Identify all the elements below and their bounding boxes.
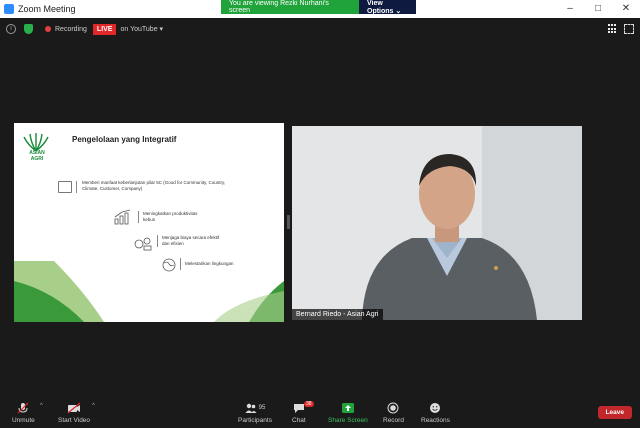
record-icon (387, 402, 399, 414)
logo-text: ASIAN AGRI (29, 150, 45, 162)
growth-chart-icon (114, 209, 131, 225)
reactions-smiley-icon (430, 403, 441, 413)
participant-video-frame (292, 126, 582, 320)
window-title: Zoom Meeting (18, 4, 76, 14)
audio-options-caret-icon[interactable]: ^ (40, 403, 43, 409)
community-icon (58, 181, 72, 193)
participants-icon (245, 403, 257, 413)
unmute-label: Unmute (12, 417, 35, 424)
record-button[interactable]: Record (383, 402, 404, 424)
recording-label: Recording (55, 25, 87, 33)
cost-gears-icon (134, 237, 152, 251)
minimize-button[interactable]: – (556, 0, 584, 18)
reactions-button[interactable]: Reactions (421, 402, 450, 424)
slide-item-cost: Menjaga biaya secara efektif dan efisien (162, 235, 220, 246)
shared-screen-slide: ASIAN AGRI Pengelolaan yang Integratif M… (14, 123, 284, 322)
reactions-label: Reactions (421, 417, 450, 424)
live-on-youtube-dropdown[interactable]: on YouTube ▾ (120, 25, 163, 33)
recording-dot-icon (45, 26, 51, 32)
window-controls: – □ ✕ (556, 0, 640, 18)
participants-count: 95 (258, 405, 266, 411)
slide-title: Pengelolaan yang Integratif (72, 135, 177, 144)
start-video-label: Start Video (58, 417, 91, 424)
share-screen-button[interactable]: Share Screen (328, 402, 368, 424)
leave-button[interactable]: Leave (597, 406, 632, 419)
slide-item-5c: Memberi manfaat keberlanjutan pilar 5C (… (82, 180, 226, 191)
close-button[interactable]: ✕ (612, 0, 640, 18)
participant-name-tag: Bernard Riedo - Asian Agri (292, 309, 383, 320)
maximize-button[interactable]: □ (584, 0, 612, 18)
item-divider (138, 211, 139, 223)
item-divider (76, 181, 77, 193)
share-screen-label: Share Screen (328, 417, 368, 424)
fullscreen-icon[interactable] (624, 24, 634, 34)
view-options-button[interactable]: View Options ⌄ (359, 0, 416, 15)
share-banner: You are viewing Rezki Nurhani's screen V… (221, 0, 416, 15)
item-divider (157, 235, 158, 247)
slide-item-productivity: Meningkatkan produktivitas kebun (143, 211, 198, 222)
participants-label: Participants (238, 417, 272, 424)
viewing-screen-label: You are viewing Rezki Nurhani's screen (221, 0, 359, 14)
chat-unread-badge: 38 (304, 401, 314, 407)
participants-icon-wrap: 95 (245, 402, 266, 414)
meeting-toolbar: Unmute ^ Start Video ^ 95 Participants C… (0, 398, 640, 428)
zoom-app-icon (4, 4, 14, 14)
participant-video: Bernard Riedo - Asian Agri (292, 126, 582, 320)
view-resize-handle[interactable] (287, 215, 290, 229)
video-options-caret-icon[interactable]: ^ (92, 403, 95, 409)
slide-green-footer-shape (14, 261, 284, 322)
mic-muted-icon (17, 402, 29, 414)
unmute-button[interactable]: Unmute (12, 402, 35, 424)
gallery-view-icon[interactable] (608, 24, 618, 34)
shield-icon[interactable] (24, 24, 33, 34)
live-badge: LIVE (92, 23, 117, 35)
record-label: Record (383, 417, 404, 424)
start-video-button[interactable]: Start Video (58, 402, 90, 424)
video-off-icon (67, 402, 81, 414)
meeting-topbar: i Recording LIVE on YouTube ▾ (0, 18, 640, 40)
chat-label: Chat (292, 417, 306, 424)
participants-button[interactable]: 95 Participants (238, 402, 272, 424)
share-screen-icon (341, 403, 354, 413)
info-icon[interactable]: i (6, 24, 16, 34)
